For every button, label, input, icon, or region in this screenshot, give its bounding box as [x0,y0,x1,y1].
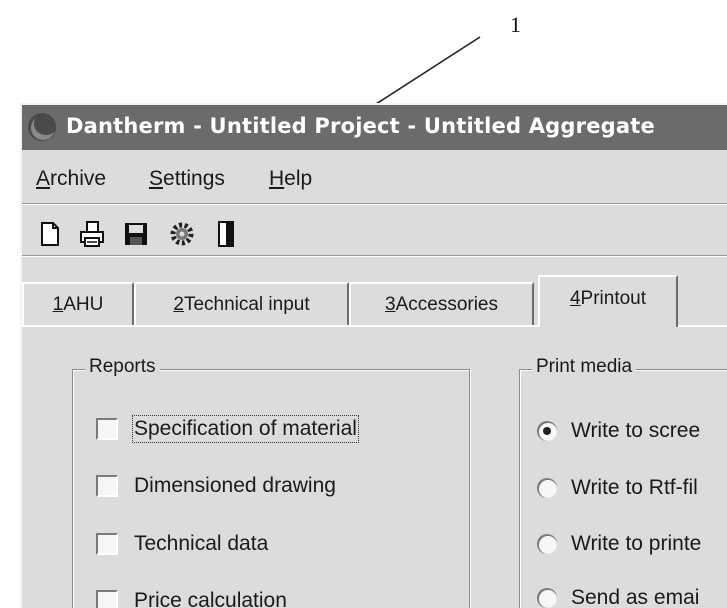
checkbox[interactable] [96,475,118,497]
checkbox-label: Dimensioned drawing [134,474,336,497]
checkbox[interactable] [96,418,118,440]
report-option-technical-data[interactable]: Technical data [96,529,268,559]
settings-gear-icon[interactable] [168,220,196,248]
save-icon[interactable] [122,220,150,248]
print-media-group-title: Print media [532,356,637,378]
menu-help[interactable]: Help [269,167,312,191]
print-icon[interactable] [78,220,106,248]
checkbox-label: Technical data [134,532,269,555]
callout-number: 1 [510,12,521,37]
radio-label: Send as emai [571,586,700,608]
tab-accessories[interactable]: 3 Accessories [349,282,534,326]
radio-button[interactable] [537,421,557,441]
print-media-option-rtf-file[interactable]: Write to Rtf-fil [537,473,698,503]
checkbox[interactable] [96,533,118,555]
report-option-price-calculation[interactable]: Price calculation [96,586,287,608]
title-bar[interactable]: Dantherm - Untitled Project - Untitled A… [22,105,727,150]
application-window: Dantherm - Untitled Project - Untitled A… [20,103,727,608]
tab-technical-input[interactable]: 2 Technical input [134,282,349,326]
checkbox[interactable] [96,590,118,608]
tab-ahu[interactable]: 1 AHU [22,282,134,326]
checkbox-label: Price calculation [134,589,287,608]
menu-archive[interactable]: Archive [36,167,106,191]
report-option-dimensioned-drawing[interactable]: Dimensioned drawing [96,471,336,501]
reports-group-title: Reports [85,356,160,378]
radio-button[interactable] [537,588,557,608]
print-media-option-printer[interactable]: Write to printe [537,529,701,559]
dantherm-logo-icon[interactable] [28,113,56,141]
radio-label: Write to printe [571,532,702,555]
radio-label: Write to Rtf-fil [571,476,698,499]
checkbox-label: Specification of material [132,415,359,443]
radio-label: Write to scree [571,419,701,442]
menu-settings[interactable]: Settings [149,167,225,191]
toolbar-separator [22,255,727,257]
print-media-option-screen[interactable]: Write to scree [537,416,700,446]
menu-separator [22,203,727,205]
radio-button[interactable] [537,534,557,554]
toolbar [22,210,727,250]
new-document-icon[interactable] [36,220,64,248]
print-media-option-email[interactable]: Send as emai [537,583,699,608]
menu-bar: Archive Settings Help [22,157,727,191]
radio-button[interactable] [537,478,557,498]
report-option-specification[interactable]: Specification of material [96,414,359,444]
window-title: Dantherm - Untitled Project - Untitled A… [66,114,655,138]
tab-printout[interactable]: 4 Printout [538,275,678,327]
exit-door-icon[interactable] [212,220,240,248]
